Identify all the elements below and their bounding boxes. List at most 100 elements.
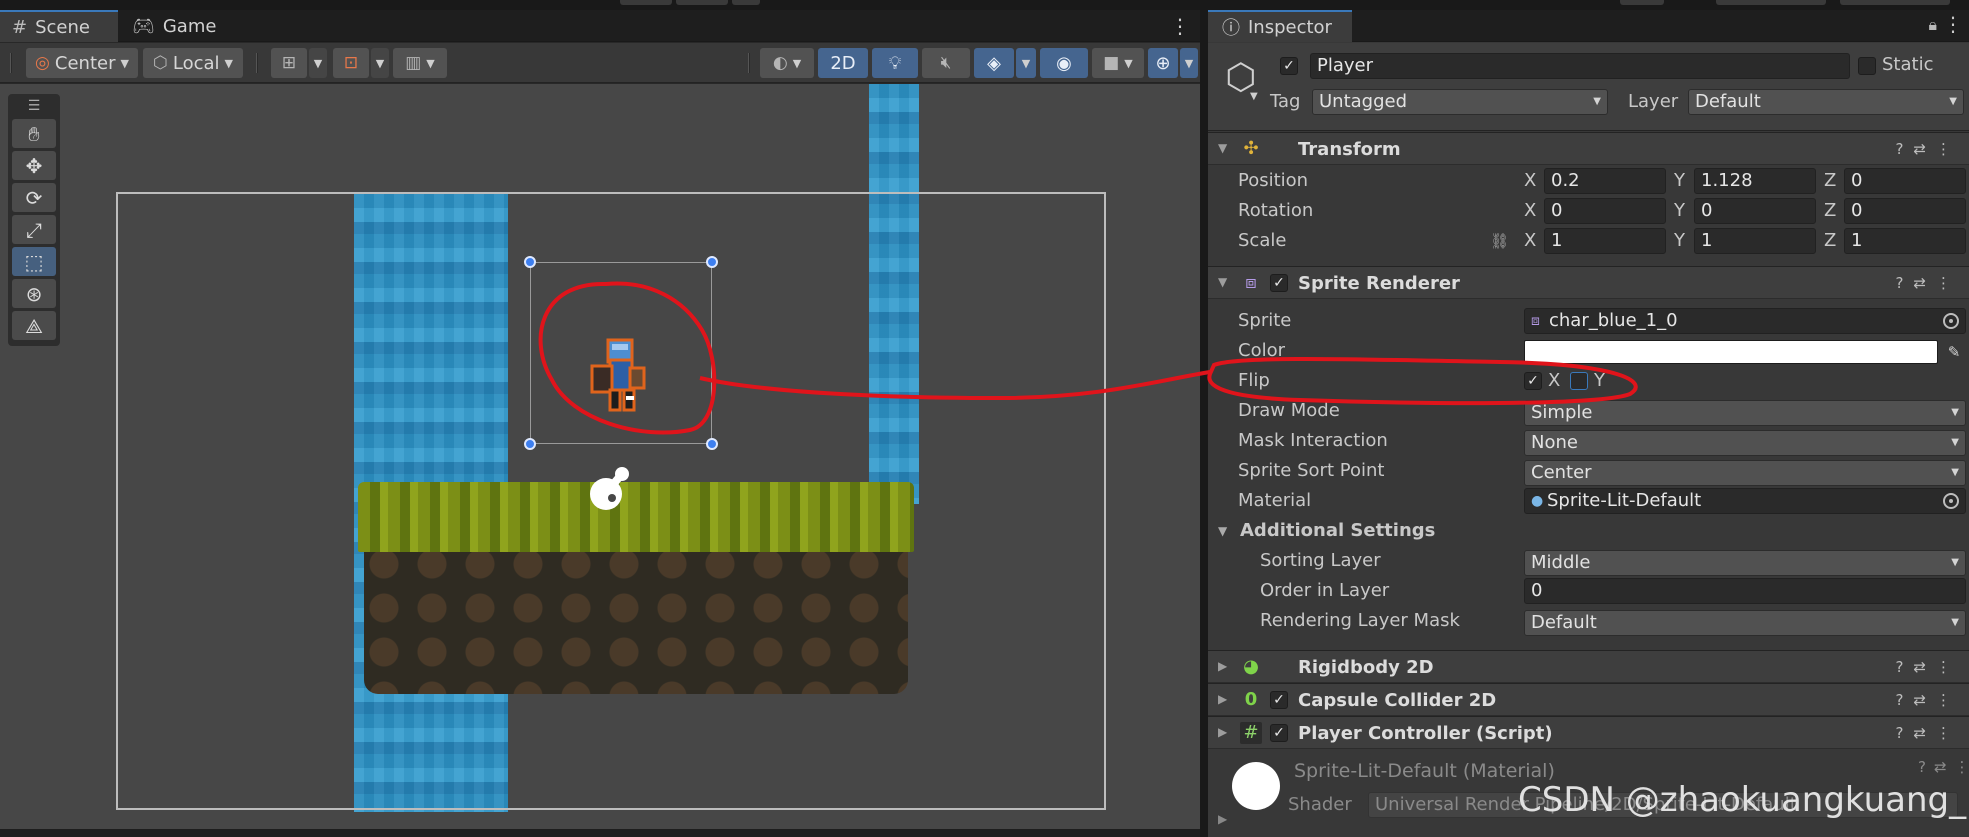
increment-snap-menu[interactable]: ▼ — [371, 48, 389, 78]
sprite-object-field[interactable]: ⧈ char_blue_1_0 — [1524, 308, 1966, 334]
order-in-layer-field[interactable]: 0 — [1524, 578, 1966, 604]
flip-x-checkbox[interactable]: ✓ — [1524, 372, 1542, 390]
foldout-arrow-icon[interactable]: ▶ — [1218, 806, 1227, 832]
resize-handle[interactable] — [706, 256, 718, 268]
position-x-field[interactable]: 0.2 — [1544, 168, 1666, 194]
rotate-icon: ⟳ — [25, 185, 43, 210]
color-swatch[interactable] — [1524, 340, 1938, 364]
component-menu-icons[interactable]: ?⇄⋮ — [1895, 267, 1961, 300]
player-sprite[interactable] — [582, 336, 654, 436]
ground-tile-platform[interactable] — [358, 482, 914, 702]
component-menu-icons[interactable]: ?⇄⋮ — [1895, 651, 1961, 684]
resize-handle[interactable] — [706, 438, 718, 450]
x-axis-label: X — [1524, 200, 1537, 221]
foldout-arrow-icon[interactable]: ▶ — [1218, 725, 1227, 739]
gizmos-menu[interactable]: ▼ — [1180, 48, 1198, 78]
tab-scene[interactable]: # Scene — [0, 10, 118, 42]
draw-mode-dropdown[interactable]: Simple — [1524, 400, 1966, 426]
sprite-renderer-header[interactable]: ▼ ⧈ ✓ Sprite Renderer ?⇄⋮ — [1208, 266, 1969, 299]
tab-inspector[interactable]: ⓘ Inspector — [1208, 10, 1352, 42]
material-object-field[interactable]: ● Sprite-Lit-Default — [1524, 488, 1966, 514]
transform-header[interactable]: ▼ ✣ Transform ?⇄⋮ — [1208, 132, 1969, 165]
capsule-collider-enabled-checkbox[interactable]: ✓ — [1270, 691, 1288, 709]
scene-viewport[interactable]: ☰ ✋︎ ✥ ⟳ ⤢ ⬚ ⊛ ⟁ — [0, 84, 1200, 829]
gameobject-active-checkbox[interactable]: ✓ — [1280, 57, 1298, 75]
component-menu-icons[interactable]: ?⇄⋮ — [1918, 754, 1969, 780]
position-z-field[interactable]: 0 — [1844, 168, 1966, 194]
transform-tool[interactable]: ⊛ — [12, 279, 56, 308]
position-y-field[interactable]: 1.128 — [1694, 168, 1816, 194]
top-strip-button[interactable] — [1620, 0, 1664, 5]
foldout-arrow-icon[interactable]: ▶ — [1218, 659, 1227, 673]
foldout-arrow-icon[interactable]: ▼ — [1218, 518, 1227, 544]
gizmos-toggle[interactable]: ⊕ — [1148, 48, 1178, 78]
top-strip-button[interactable] — [620, 0, 672, 5]
custom-tool[interactable]: ⟁ — [12, 311, 56, 340]
sprite-sort-point-dropdown[interactable]: Center — [1524, 460, 1966, 486]
tag-dropdown[interactable]: Untagged — [1312, 89, 1608, 115]
rotation-z-field[interactable]: 0 — [1844, 198, 1966, 224]
scale-tool[interactable]: ⤢ — [12, 215, 56, 244]
resize-handle[interactable] — [524, 256, 536, 268]
kebab-menu-icon[interactable]: ⋮ — [1943, 12, 1963, 36]
palette-grip-icon[interactable]: ☰ — [8, 96, 60, 116]
top-strip-button[interactable] — [1840, 0, 1950, 5]
rigidbody-2d-header[interactable]: ▶ ◕ Rigidbody 2D ?⇄⋮ — [1208, 650, 1969, 683]
camera-dropdown[interactable]: ■ ▼ — [1092, 48, 1144, 78]
scale-x-field[interactable]: 1 — [1544, 228, 1666, 254]
audio-toggle[interactable]: 🔇︎ — [922, 48, 970, 78]
player-controller-enabled-checkbox[interactable]: ✓ — [1270, 724, 1288, 742]
hand-tool[interactable]: ✋︎ — [12, 119, 56, 148]
2d-mode-toggle[interactable]: 2D — [818, 48, 868, 78]
top-strip-button[interactable] — [732, 0, 760, 5]
component-menu-icons[interactable]: ?⇄⋮ — [1895, 684, 1961, 717]
layer-dropdown[interactable]: Default — [1688, 89, 1964, 115]
tab-game[interactable]: 🎮︎ Game — [120, 10, 220, 42]
effects-menu[interactable]: ▼ — [1016, 48, 1036, 78]
object-picker-icon[interactable] — [1943, 313, 1959, 329]
scale-z-field[interactable]: 1 — [1844, 228, 1966, 254]
rotation-y-field[interactable]: 0 — [1694, 198, 1816, 224]
lighting-toggle[interactable]: 💡︎ — [872, 48, 918, 78]
chevron-down-icon[interactable]: ▼ — [1250, 91, 1258, 102]
foldout-arrow-icon[interactable]: ▶ — [1218, 692, 1227, 706]
component-menu-icons[interactable]: ?⇄⋮ — [1895, 717, 1961, 750]
additional-settings-label[interactable]: Additional Settings — [1240, 518, 1435, 544]
foldout-arrow-icon[interactable]: ▼ — [1218, 141, 1227, 155]
material-label: Material — [1238, 490, 1312, 511]
eyedropper-icon[interactable]: ✎ — [1942, 340, 1966, 364]
pivot-dropdown[interactable]: ◎ Center ▼ — [26, 48, 138, 78]
move-tool[interactable]: ✥ — [12, 151, 56, 180]
grid-snap-button[interactable]: ⊞ — [271, 48, 307, 78]
player-controller-header[interactable]: ▶ # ✓ Player Controller (Script) ?⇄⋮ — [1208, 716, 1969, 749]
top-strip-button[interactable] — [1716, 0, 1826, 5]
rect-tool[interactable]: ⬚ — [12, 247, 56, 276]
sorting-layer-dropdown[interactable]: Middle — [1524, 550, 1966, 576]
mask-interaction-dropdown[interactable]: None — [1524, 430, 1966, 456]
top-strip-button[interactable] — [676, 0, 728, 5]
rotate-tool[interactable]: ⟳ — [12, 183, 56, 212]
lock-icon[interactable]: 🔒︎ — [1928, 15, 1937, 35]
resize-handle[interactable] — [524, 438, 536, 450]
order-in-layer-label: Order in Layer — [1260, 580, 1390, 601]
increment-snap-button[interactable]: ⊡ — [333, 48, 369, 78]
grid-visibility-dropdown[interactable]: ▥ ▼ — [393, 48, 447, 78]
space-dropdown[interactable]: ⬡ Local ▼ — [143, 48, 243, 78]
component-menu-icons[interactable]: ?⇄⋮ — [1895, 133, 1961, 166]
foldout-arrow-icon[interactable]: ▼ — [1218, 275, 1227, 289]
capsule-collider-2d-header[interactable]: ▶ 0 ✓ Capsule Collider 2D ?⇄⋮ — [1208, 683, 1969, 716]
rendering-layer-mask-dropdown[interactable]: Default — [1524, 610, 1966, 636]
rotation-x-field[interactable]: 0 — [1544, 198, 1666, 224]
gameobject-name-field[interactable]: Player — [1310, 53, 1850, 79]
grid-snap-menu[interactable]: ▼ — [309, 48, 327, 78]
effects-toggle[interactable]: ◈ — [974, 48, 1014, 78]
scene-visibility-toggle[interactable]: ◉ — [1040, 48, 1088, 78]
flip-y-checkbox[interactable] — [1570, 372, 1588, 390]
shading-mode-dropdown[interactable]: ◐ ▼ — [760, 48, 814, 78]
constrain-proportions-icon[interactable]: ⛓︎ — [1490, 228, 1509, 254]
static-checkbox[interactable] — [1858, 57, 1876, 75]
object-picker-icon[interactable] — [1943, 493, 1959, 509]
kebab-menu-icon[interactable]: ⋮ — [1170, 13, 1190, 39]
scale-y-field[interactable]: 1 — [1694, 228, 1816, 254]
sprite-renderer-enabled-checkbox[interactable]: ✓ — [1270, 274, 1288, 292]
